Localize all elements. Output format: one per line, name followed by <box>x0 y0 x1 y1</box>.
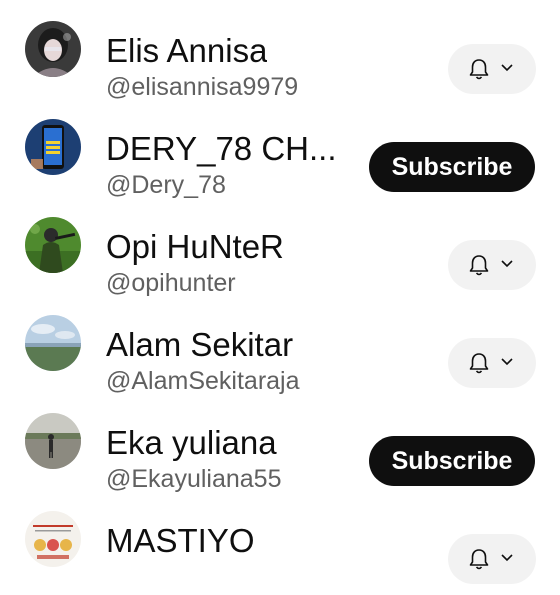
phone-screen-photo-icon <box>25 119 81 175</box>
channel-row-elis-annisa[interactable]: Elis Annisa @elisannisa9979 <box>0 7 560 105</box>
chevron-down-icon <box>501 64 513 72</box>
channel-row-eka-yuliana[interactable]: Eka yuliana @Ekayuliana55 Subscribe <box>0 399 560 497</box>
channel-name[interactable]: Opi HuNteR <box>106 227 284 267</box>
channel-name[interactable]: Eka yuliana <box>106 423 277 463</box>
bell-icon <box>469 255 489 276</box>
landscape-sky-photo-icon <box>25 315 81 371</box>
channel-handle: @Ekayuliana55 <box>106 465 282 493</box>
channel-avatar[interactable] <box>25 315 81 371</box>
channel-avatar[interactable] <box>25 21 81 77</box>
channel-avatar[interactable] <box>25 413 81 469</box>
notification-settings-button[interactable] <box>448 44 536 94</box>
channel-name[interactable]: Elis Annisa <box>106 31 267 71</box>
channel-handle: @Dery_78 <box>106 171 226 199</box>
channel-handle: @elisannisa9979 <box>106 73 299 101</box>
food-menu-photo-icon <box>25 511 81 567</box>
channel-handle: @opihunter <box>106 269 236 297</box>
channel-handle: @AlamSekitaraja <box>106 367 300 395</box>
chevron-down-icon <box>501 358 513 366</box>
notification-settings-button[interactable] <box>448 338 536 388</box>
channel-avatar[interactable] <box>25 119 81 175</box>
profile-photo-woman-icon <box>25 21 81 77</box>
subscribe-button[interactable]: Subscribe <box>369 436 535 486</box>
channel-name[interactable]: DERY_78 CH... <box>106 129 336 169</box>
channel-name[interactable]: MASTIYO <box>106 521 255 561</box>
channel-row-dery-78[interactable]: DERY_78 CH... @Dery_78 Subscribe <box>0 105 560 203</box>
channel-row-mastiyo[interactable]: MASTIYO <box>0 497 560 595</box>
notification-settings-button[interactable] <box>448 534 536 584</box>
channel-row-opi-hunter[interactable]: Opi HuNteR @opihunter <box>0 203 560 301</box>
bell-icon <box>469 549 489 570</box>
hunter-in-field-photo-icon <box>25 217 81 273</box>
person-on-road-photo-icon <box>25 413 81 469</box>
chevron-down-icon <box>501 260 513 268</box>
bell-icon <box>469 353 489 374</box>
bell-icon <box>469 59 489 80</box>
chevron-down-icon <box>501 554 513 562</box>
channel-avatar[interactable] <box>25 217 81 273</box>
channel-avatar[interactable] <box>25 511 81 567</box>
channel-name[interactable]: Alam Sekitar <box>106 325 293 365</box>
subscribe-button[interactable]: Subscribe <box>369 142 535 192</box>
notification-settings-button[interactable] <box>448 240 536 290</box>
channel-row-alam-sekitar[interactable]: Alam Sekitar @AlamSekitaraja <box>0 301 560 399</box>
